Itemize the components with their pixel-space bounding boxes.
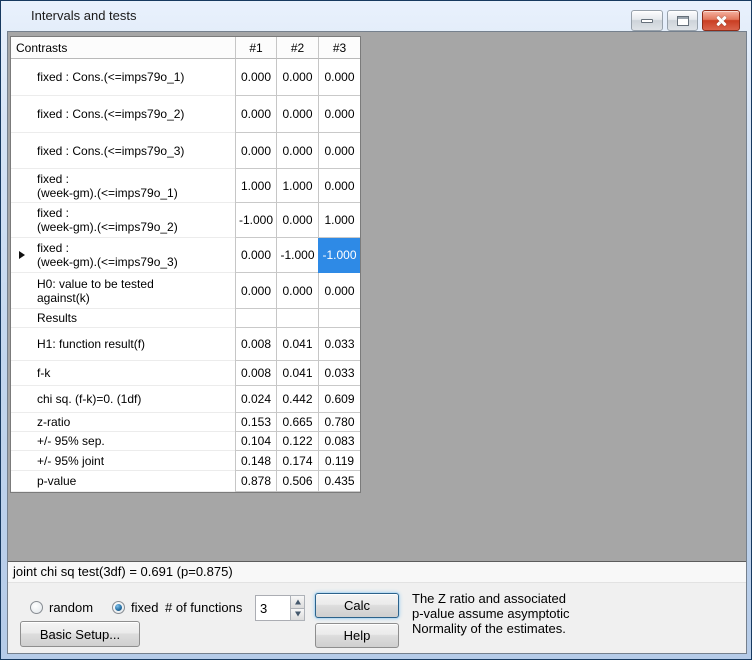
value-cell[interactable]: 0.000 <box>318 59 360 96</box>
value-cell[interactable]: 0.119 <box>318 451 360 471</box>
value-cell[interactable]: 0.000 <box>318 273 360 309</box>
intervals-and-tests-window: Intervals and tests Contrasts#1#2#3 fixed… <box>0 0 752 660</box>
value-cell[interactable]: 0.000 <box>318 169 360 203</box>
value-cell[interactable]: 0.153 <box>235 413 276 432</box>
value-cell[interactable]: 0.435 <box>318 471 360 492</box>
row-label: fixed : (week-gm).(<=imps79o_2) <box>11 203 235 238</box>
value-cell[interactable]: 0.000 <box>276 273 318 309</box>
value-cell[interactable]: 1.000 <box>276 169 318 203</box>
contrasts-grid: Contrasts#1#2#3 fixed : Cons.(<=imps79o_1… <box>10 36 361 493</box>
value-cell[interactable]: 0.000 <box>235 59 276 96</box>
value-cell[interactable] <box>318 309 360 328</box>
maximize-button[interactable] <box>667 10 698 31</box>
row-label: +/- 95% sep. <box>11 432 235 451</box>
value-cell[interactable]: 0.008 <box>235 361 276 386</box>
value-cell[interactable]: 0.442 <box>276 386 318 413</box>
num-functions-label: # of functions <box>165 601 242 615</box>
minimize-button[interactable] <box>631 10 663 31</box>
window-title: Intervals and tests <box>31 1 137 31</box>
value-cell[interactable]: 0.000 <box>235 96 276 133</box>
value-cell[interactable]: -1.000 <box>235 203 276 238</box>
row-label: fixed : Cons.(<=imps79o_1) <box>11 59 235 96</box>
stepper-buttons <box>290 595 305 621</box>
row-label: fixed : (week-gm).(<=imps79o_1) <box>11 169 235 203</box>
value-cell[interactable] <box>235 309 276 328</box>
row-label: H1: function result(f) <box>11 328 235 361</box>
value-cell[interactable]: 0.008 <box>235 328 276 361</box>
row-label: Results <box>11 309 235 328</box>
value-cell[interactable]: 0.122 <box>276 432 318 451</box>
column-header-2: #2 <box>276 37 318 59</box>
value-cell[interactable]: 1.000 <box>318 203 360 238</box>
basic-setup-button[interactable]: Basic Setup... <box>20 621 140 647</box>
maximize-icon <box>677 16 689 26</box>
value-cell[interactable]: 0.174 <box>276 451 318 471</box>
value-cell[interactable]: 1.000 <box>235 169 276 203</box>
grid-background: Contrasts#1#2#3 fixed : Cons.(<=imps79o_1… <box>8 32 746 562</box>
titlebar[interactable]: Intervals and tests <box>1 1 751 31</box>
value-cell[interactable]: 0.033 <box>318 328 360 361</box>
help-button[interactable]: Help <box>315 623 399 648</box>
row-label: z-ratio <box>11 413 235 432</box>
random-radio[interactable] <box>30 601 43 614</box>
value-cell[interactable]: 0.083 <box>318 432 360 451</box>
stepper-up-icon[interactable] <box>290 595 305 609</box>
row-label: fixed : Cons.(<=imps79o_3) <box>11 133 235 169</box>
column-header-3: #3 <box>318 37 360 59</box>
row-label: p-value <box>11 471 235 492</box>
value-cell[interactable]: 0.780 <box>318 413 360 432</box>
row-label: fixed : (week-gm).(<=imps79o_3) <box>11 238 235 273</box>
value-cell[interactable]: 0.000 <box>276 203 318 238</box>
value-cell[interactable]: 0.000 <box>318 133 360 169</box>
column-header-contrasts: Contrasts <box>11 37 235 59</box>
minimize-icon <box>641 19 653 23</box>
value-cell[interactable]: 0.000 <box>318 96 360 133</box>
value-cell[interactable]: 0.033 <box>318 361 360 386</box>
value-cell[interactable]: 0.506 <box>276 471 318 492</box>
value-cell[interactable]: -1.000 <box>276 238 318 273</box>
footer-panel: random fixed # of functions Calc Help Ba… <box>8 583 746 653</box>
client-area: Contrasts#1#2#3 fixed : Cons.(<=imps79o_1… <box>7 31 747 654</box>
row-label: chi sq. (f-k)=0. (1df) <box>11 386 235 413</box>
value-cell[interactable]: 0.104 <box>235 432 276 451</box>
value-cell[interactable]: 0.024 <box>235 386 276 413</box>
joint-chi-sq-status: joint chi sq test(3df) = 0.691 (p=0.875) <box>8 562 746 583</box>
value-cell[interactable]: 0.665 <box>276 413 318 432</box>
column-header-1: #1 <box>235 37 276 59</box>
calc-button[interactable]: Calc <box>315 593 399 618</box>
value-cell-selected[interactable]: -1.000 <box>318 238 360 273</box>
value-cell[interactable]: 0.041 <box>276 361 318 386</box>
row-label: fixed : Cons.(<=imps79o_2) <box>11 96 235 133</box>
fixed-radio-label[interactable]: fixed <box>131 601 158 615</box>
close-button[interactable] <box>702 10 740 31</box>
z-ratio-note: The Z ratio and associated p-value assum… <box>412 591 570 636</box>
value-cell[interactable]: 0.000 <box>276 59 318 96</box>
stepper-down-icon[interactable] <box>290 609 305 622</box>
close-icon <box>715 15 727 27</box>
value-cell[interactable]: 0.000 <box>235 133 276 169</box>
value-cell[interactable]: 0.000 <box>276 133 318 169</box>
num-functions-stepper <box>255 595 305 621</box>
value-cell[interactable] <box>276 309 318 328</box>
value-cell[interactable]: 0.000 <box>276 96 318 133</box>
value-cell[interactable]: 0.609 <box>318 386 360 413</box>
value-cell[interactable]: 0.041 <box>276 328 318 361</box>
row-label: H0: value to be tested against(k) <box>11 273 235 309</box>
value-cell[interactable]: 0.000 <box>235 273 276 309</box>
caption-buttons <box>631 10 740 31</box>
value-cell[interactable]: 0.148 <box>235 451 276 471</box>
current-row-marker-icon <box>19 251 25 259</box>
fixed-radio[interactable] <box>112 601 125 614</box>
random-radio-label[interactable]: random <box>49 601 93 615</box>
num-functions-input[interactable] <box>255 595 290 621</box>
row-label: +/- 95% joint <box>11 451 235 471</box>
value-cell[interactable]: 0.878 <box>235 471 276 492</box>
row-label: f-k <box>11 361 235 386</box>
value-cell[interactable]: 0.000 <box>235 238 276 273</box>
